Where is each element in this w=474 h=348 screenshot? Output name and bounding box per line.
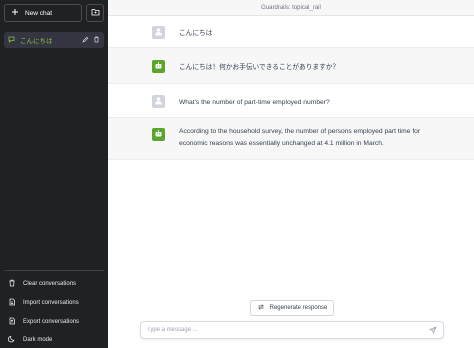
avatar-wrap	[152, 16, 165, 47]
message-list: こんにちは こんにちは！何かお手伝いできることがありますか？ What's th…	[108, 16, 474, 348]
message-user: こんにちは	[108, 16, 474, 48]
avatar-wrap	[152, 84, 165, 117]
sidebar: New chat こんにちは Clear conversations Impor…	[0, 0, 108, 348]
user-icon	[154, 27, 163, 38]
avatar-wrap	[152, 48, 165, 83]
new-chat-button[interactable]: New chat	[4, 4, 82, 22]
sidebar-top: New chat	[4, 4, 104, 22]
message-assistant: こんにちは！何かお手伝いできることがありますか？	[108, 48, 474, 84]
pencil-icon[interactable]	[82, 36, 89, 45]
robot-icon	[154, 61, 163, 72]
message-input-box	[140, 321, 444, 339]
message-assistant: According to the household survey, the n…	[108, 118, 474, 160]
regenerate-response-button[interactable]: Regenerate response	[250, 300, 334, 316]
send-icon[interactable]	[429, 326, 437, 334]
dark-mode-label: Dark mode	[23, 336, 53, 343]
avatar-wrap	[152, 118, 165, 159]
export-icon	[8, 317, 16, 327]
robot-icon	[154, 129, 163, 140]
bot-avatar	[152, 60, 165, 73]
clear-conversations-label: Clear conversations	[23, 280, 77, 287]
message-input[interactable]	[147, 327, 429, 333]
dark-mode-button[interactable]: Dark mode	[4, 331, 104, 348]
chat-bubble-icon	[8, 36, 15, 45]
bot-avatar	[152, 128, 165, 141]
moon-icon	[8, 335, 16, 345]
plus-icon	[11, 8, 19, 18]
import-conversations-button[interactable]: Import conversations	[4, 293, 104, 312]
refresh-icon	[257, 303, 265, 313]
folder-plus-icon	[91, 8, 100, 18]
conversation-item[interactable]: こんにちは	[4, 32, 104, 48]
clear-conversations-button[interactable]: Clear conversations	[4, 274, 104, 293]
new-folder-button[interactable]	[86, 4, 104, 22]
sidebar-bottom: Clear conversations Import conversations…	[4, 270, 104, 348]
conversation-label: こんにちは	[20, 38, 53, 45]
conversation-actions	[82, 36, 100, 45]
user-avatar	[152, 26, 165, 39]
chat-main: Guardrails: topical_rail こんにちは こんにちは！何かお…	[108, 0, 474, 348]
message-text: こんにちは	[179, 30, 213, 37]
export-conversations-button[interactable]: Export conversations	[4, 312, 104, 331]
export-conversations-label: Export conversations	[23, 318, 80, 325]
message-text: こんにちは！何かお手伝いできることがありますか？	[179, 64, 340, 71]
user-icon	[154, 96, 163, 107]
message-user: What's the number of part-time employed …	[108, 84, 474, 118]
regenerate-label: Regenerate response	[269, 305, 328, 311]
new-chat-label: New chat	[25, 9, 53, 17]
import-conversations-label: Import conversations	[23, 299, 79, 306]
trash-icon	[8, 279, 16, 289]
chat-title-bar: Guardrails: topical_rail	[108, 0, 474, 16]
conversation-list: こんにちは	[4, 32, 104, 270]
app: New chat こんにちは Clear conversations Impor…	[0, 0, 474, 348]
trash-icon[interactable]	[93, 36, 100, 45]
message-text: What's the number of part-time employed …	[179, 99, 330, 106]
user-avatar	[152, 95, 165, 108]
import-icon	[8, 298, 16, 308]
chat-title: Guardrails: topical_rail	[261, 4, 321, 11]
message-text: According to the household survey, the n…	[179, 128, 421, 147]
